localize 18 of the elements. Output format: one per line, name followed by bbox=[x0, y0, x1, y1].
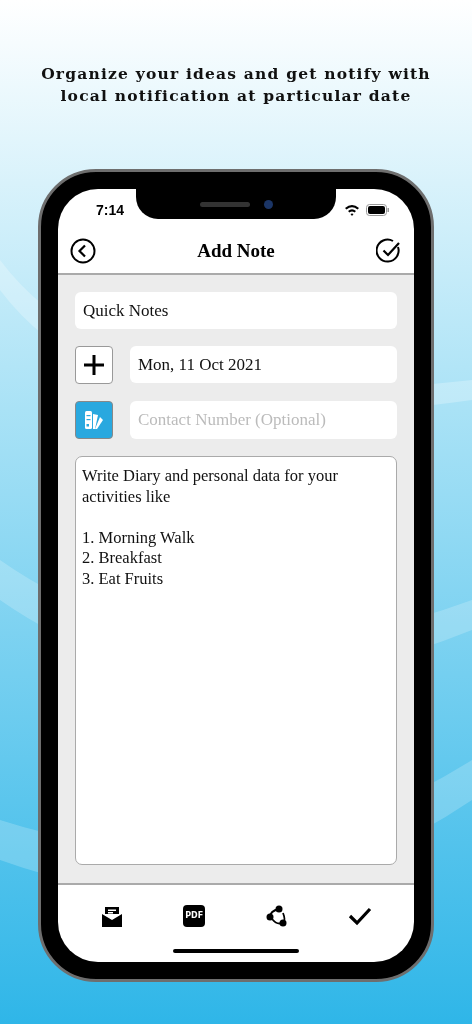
battery-icon bbox=[366, 204, 390, 216]
share-icon[interactable] bbox=[264, 904, 289, 928]
date-field[interactable]: Mon, 11 Oct 2021 bbox=[130, 346, 397, 383]
contact-book-button[interactable] bbox=[75, 401, 113, 439]
pdf-icon[interactable]: PDF bbox=[183, 905, 206, 927]
add-button[interactable] bbox=[75, 346, 113, 384]
status-time: 7:14 bbox=[96, 202, 125, 218]
screen-title: Add Note bbox=[197, 240, 275, 262]
plus-icon bbox=[83, 354, 105, 376]
open-envelope-icon[interactable] bbox=[99, 904, 124, 928]
title-field[interactable]: Quick Notes bbox=[75, 292, 397, 329]
back-icon[interactable] bbox=[70, 238, 96, 264]
swatch-icon bbox=[83, 409, 105, 431]
headline-text: Organize your ideas and get notify with bbox=[41, 63, 431, 85]
wifi-icon bbox=[344, 204, 360, 216]
check-circle-icon[interactable] bbox=[376, 238, 402, 264]
headline-text: local notification at particular date bbox=[60, 85, 412, 107]
contact-number-field[interactable]: Contact Number (Optional) bbox=[130, 401, 397, 439]
